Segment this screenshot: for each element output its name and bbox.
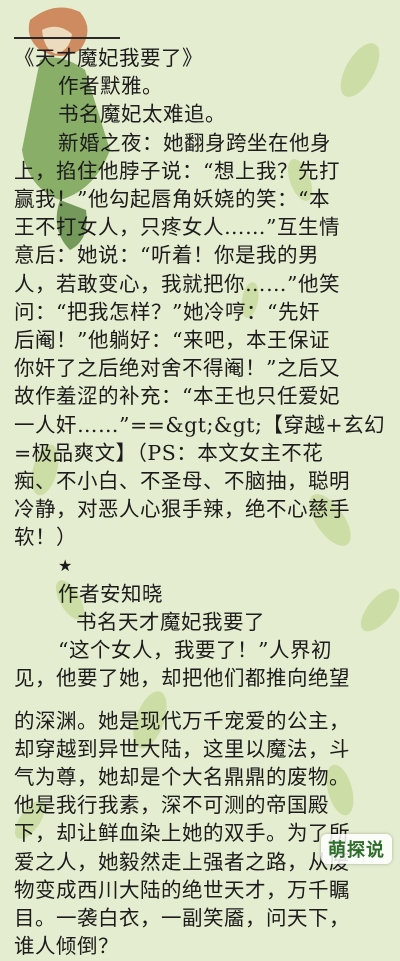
body-line: 却穿越到异世大陆，这里以魔法，斗	[14, 736, 350, 761]
body-line: 他是我行我素，深不可测的帝国殿	[14, 793, 329, 818]
body-line: 赢我！”他勾起唇角妖娆的笑：“本	[14, 187, 330, 212]
body-line: 软！）	[14, 525, 77, 550]
body-line: 上，掐住他脖子说：“想上我？先打	[14, 158, 340, 183]
body-line: 目。一袭白衣，一副笑靥，问天下，	[14, 906, 350, 931]
book-name-line: 书名天才魔妃我要了	[76, 610, 265, 635]
body-line: 冷静，对恶人心狠手辣，绝不心慈手	[14, 497, 350, 522]
body-line: 见，他要了她，却把他们都推向绝望	[14, 666, 350, 691]
body-line: 新婚之夜：她翻身跨坐在他身	[58, 130, 331, 155]
body-line: 你奸了之后绝对舍不得阉！”之后又	[14, 356, 340, 381]
body-line: 后阉！”他躺好：“来吧，本王保证	[14, 328, 330, 353]
body-line: 谁人倾倒？	[14, 934, 119, 959]
body-line: “这个女人，我要了！”人界初	[58, 638, 332, 663]
watermark-logo: 萌探说	[321, 834, 392, 864]
body-line: 意后：她说：“听着！你是我的男	[14, 243, 319, 268]
body-line: 问：“把我怎样？”她冷哼：“先奸	[14, 299, 320, 324]
book-name-line: 书名魔妃太难追。	[58, 102, 226, 127]
author-line: 作者安知晓	[58, 581, 163, 606]
body-line: 故作羞涩的补充：“本王也只任爱妃	[14, 384, 340, 409]
author-line: 作者默雅。	[58, 74, 163, 99]
body-line: 物变成西川大陆的绝世天才，万千瞩	[14, 877, 350, 902]
body-line: 痴、不小白、不圣母、不脑抽，聪明	[14, 469, 350, 494]
body-line: 王不打女人，只疼女人……”互生情	[14, 215, 340, 240]
body-line: 人，若敢变心，我就把你……”他笑	[14, 271, 340, 296]
book-title: 《天才魔妃我要了》	[14, 46, 203, 70]
body-line: 一人奸……”==&gt;&gt;【穿越+玄幻	[14, 412, 386, 437]
top-divider-line	[14, 37, 120, 39]
body-line: =极品爽文】（PS：本文女主不花	[14, 440, 324, 465]
body-line: 气为尊，她却是个大名鼎鼎的废物。	[14, 765, 350, 790]
separator-star: ★	[58, 555, 73, 575]
article-body: 《天才魔妃我要了》 作者默雅。 书名魔妃太难追。 新婚之夜：她翻身跨坐在他身 上…	[14, 44, 388, 961]
body-line: 的深渊。她是现代万千宠爱的公主，	[14, 708, 350, 733]
